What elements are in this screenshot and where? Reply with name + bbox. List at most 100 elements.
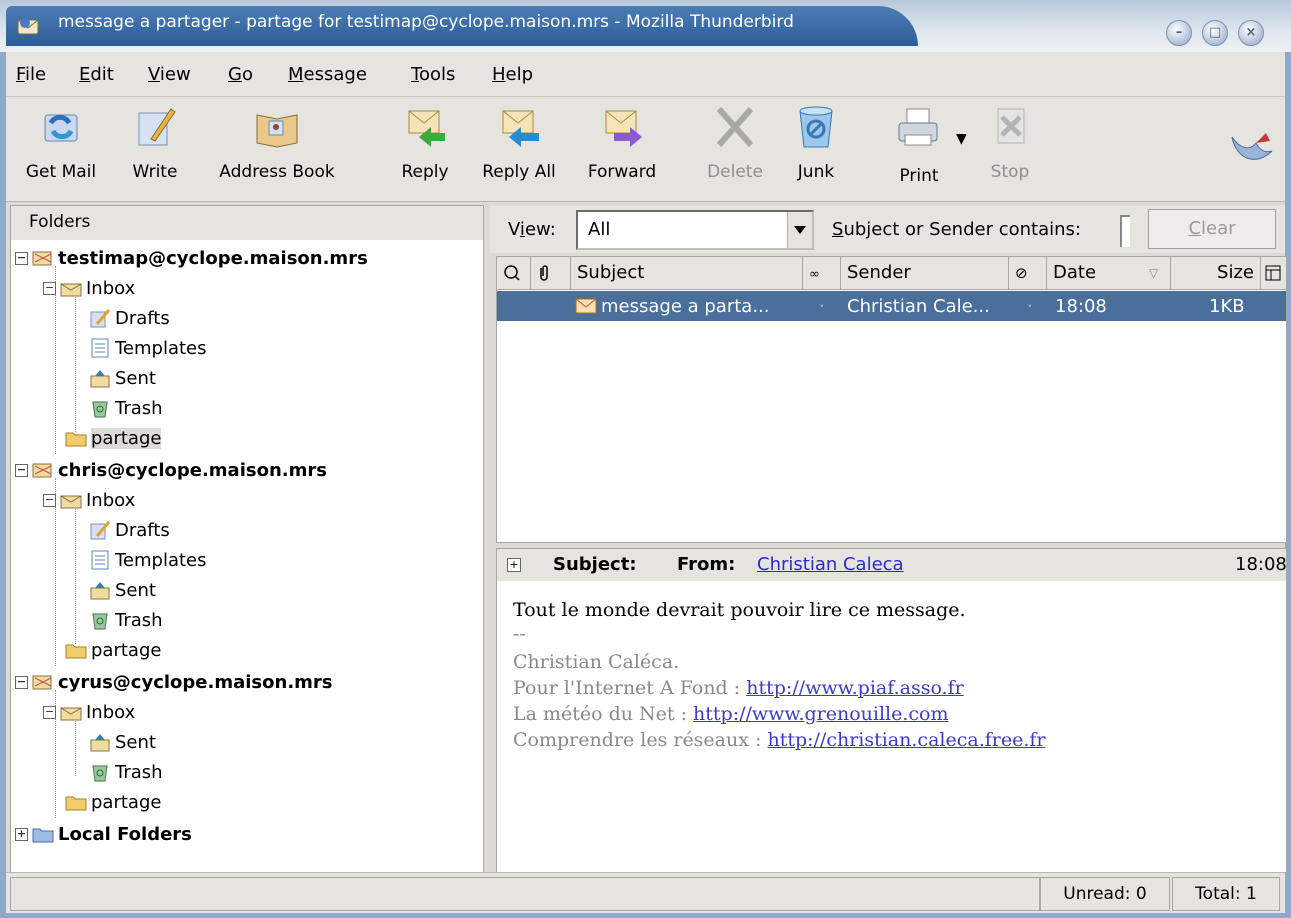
- account-cyrus[interactable]: − cyrus@cyclope.maison.mrs: [15, 668, 333, 696]
- caleca-link[interactable]: http://christian.caleca.free.fr: [767, 729, 1045, 751]
- from-link[interactable]: Christian Caleca: [757, 554, 904, 575]
- collapse-toggle[interactable]: −: [15, 251, 28, 265]
- menu-tools[interactable]: Tools: [411, 64, 455, 85]
- message-time: 18:08: [1235, 554, 1287, 575]
- folder-drafts[interactable]: Drafts: [89, 516, 170, 544]
- folder-icon: [65, 644, 87, 659]
- get-mail-button[interactable]: Get Mail: [18, 103, 104, 182]
- size-column-header[interactable]: Size: [1171, 257, 1261, 289]
- mail-account-icon: [32, 675, 52, 690]
- maximize-button[interactable]: □: [1202, 20, 1228, 46]
- delete-button[interactable]: Delete: [700, 103, 770, 182]
- window-title: message a partager - partage for testima…: [58, 12, 794, 32]
- menu-help[interactable]: Help: [492, 64, 533, 85]
- chevron-down-icon[interactable]: [787, 212, 812, 248]
- folder-inbox[interactable]: − Inbox: [43, 486, 135, 514]
- print-icon: [898, 108, 938, 146]
- print-button[interactable]: Print: [886, 103, 952, 186]
- signature-name: Christian Caléca.: [513, 651, 680, 673]
- folder-icon: [65, 432, 87, 447]
- folder-tree[interactable]: − testimap@cyclope.maison.mrs − Inbox Dr…: [10, 240, 484, 873]
- menu-go[interactable]: Go: [228, 64, 253, 85]
- total-count: Total: 1: [1172, 877, 1280, 911]
- account-chris[interactable]: − chris@cyclope.maison.mrs: [15, 456, 327, 484]
- junk-dot-icon: ·: [1027, 296, 1033, 317]
- search-input[interactable]: [1120, 215, 1130, 247]
- sent-icon: [90, 582, 110, 600]
- subject-column-header[interactable]: Subject: [571, 257, 803, 289]
- column-picker-icon[interactable]: [1261, 257, 1286, 289]
- account-testimap[interactable]: − testimap@cyclope.maison.mrs: [15, 244, 368, 272]
- collapse-toggle[interactable]: −: [15, 463, 28, 477]
- folder-trash[interactable]: Trash: [89, 394, 163, 422]
- write-button[interactable]: Write: [124, 103, 186, 182]
- unread-dot-icon: ·: [819, 296, 825, 317]
- address-book-icon: [256, 114, 298, 148]
- clear-button[interactable]: Clear: [1148, 209, 1276, 249]
- print-dropdown-arrow[interactable]: ▼: [956, 131, 967, 147]
- folder-partage[interactable]: partage: [65, 636, 161, 664]
- message-list[interactable]: Subject ∞ Sender ⊘ Date ▽ Size message a …: [496, 256, 1287, 543]
- grenouille-link[interactable]: http://www.grenouille.com: [693, 703, 948, 725]
- folder-inbox[interactable]: − Inbox: [43, 274, 135, 302]
- sender-column-header[interactable]: Sender: [841, 257, 1009, 289]
- folder-partage[interactable]: partage: [65, 788, 161, 816]
- folder-trash[interactable]: Trash: [89, 606, 163, 634]
- close-button[interactable]: ×: [1238, 20, 1264, 46]
- folder-templates[interactable]: Templates: [89, 334, 207, 362]
- read-column-header[interactable]: ∞: [803, 257, 841, 289]
- junk-status-icon: ⊘: [1015, 264, 1028, 282]
- collapse-toggle[interactable]: −: [43, 705, 56, 719]
- minimize-button[interactable]: –: [1166, 20, 1192, 46]
- folder-icon: [65, 796, 87, 811]
- sent-icon: [90, 734, 110, 752]
- folder-drafts[interactable]: Drafts: [89, 304, 170, 332]
- drafts-icon: [90, 521, 111, 540]
- trash-icon: [92, 765, 108, 782]
- view-select[interactable]: All: [576, 210, 814, 250]
- collapse-toggle[interactable]: −: [15, 675, 28, 689]
- menu-message[interactable]: Message: [288, 64, 367, 85]
- table-row[interactable]: message a parta... · Christian Cale... ·…: [497, 291, 1286, 321]
- menu-edit[interactable]: Edit: [79, 64, 114, 85]
- drafts-icon: [90, 309, 111, 328]
- forward-button[interactable]: Forward: [580, 103, 664, 182]
- date-column-header[interactable]: Date ▽: [1047, 257, 1171, 289]
- junk-button[interactable]: Junk: [786, 103, 846, 182]
- junk-column-header[interactable]: ⊘: [1009, 257, 1047, 289]
- signature-line-1: Pour l'Internet A Fond : http://www.piaf…: [513, 677, 964, 699]
- folder-sent[interactable]: Sent: [89, 364, 156, 392]
- collapse-toggle[interactable]: −: [43, 281, 56, 295]
- piaf-link[interactable]: http://www.piaf.asso.fr: [746, 677, 964, 699]
- forward-icon: [605, 110, 642, 147]
- reply-button[interactable]: Reply: [392, 103, 458, 182]
- address-book-button[interactable]: Address Book: [202, 103, 352, 182]
- folders-column-header[interactable]: Folders: [10, 205, 484, 241]
- folder-partage[interactable]: partage: [65, 424, 162, 452]
- mail-account-icon: [32, 251, 52, 266]
- folder-trash[interactable]: Trash: [89, 758, 163, 786]
- menu-file[interactable]: File: [16, 64, 46, 85]
- collapse-toggle[interactable]: −: [43, 493, 56, 507]
- paperclip-icon: [540, 265, 548, 281]
- message-header: + Subject: From: Christian Caleca 18:08: [496, 548, 1287, 582]
- reply-all-button[interactable]: Reply All: [472, 103, 566, 182]
- folder-templates[interactable]: Templates: [89, 546, 207, 574]
- get-mail-icon: [44, 114, 78, 142]
- folder-sent[interactable]: Sent: [89, 576, 156, 604]
- write-icon: [138, 108, 176, 146]
- menu-view[interactable]: View: [148, 64, 191, 85]
- stop-button[interactable]: Stop: [980, 103, 1040, 182]
- message-sender: Christian Cale...: [847, 296, 990, 317]
- folder-inbox[interactable]: − Inbox: [43, 698, 135, 726]
- expand-toggle[interactable]: +: [15, 827, 28, 841]
- thunderbird-app-icon: [17, 18, 39, 35]
- thread-column-header[interactable]: [497, 257, 531, 289]
- attachment-column-header[interactable]: [531, 257, 571, 289]
- folder-sent[interactable]: Sent: [89, 728, 156, 756]
- tree-line: [75, 292, 76, 432]
- local-folders[interactable]: + Local Folders: [15, 820, 192, 848]
- sort-arrow-icon: ▽: [1149, 266, 1159, 280]
- inbox-icon: [60, 707, 82, 721]
- title-bar[interactable]: message a partager - partage for testima…: [0, 0, 1291, 52]
